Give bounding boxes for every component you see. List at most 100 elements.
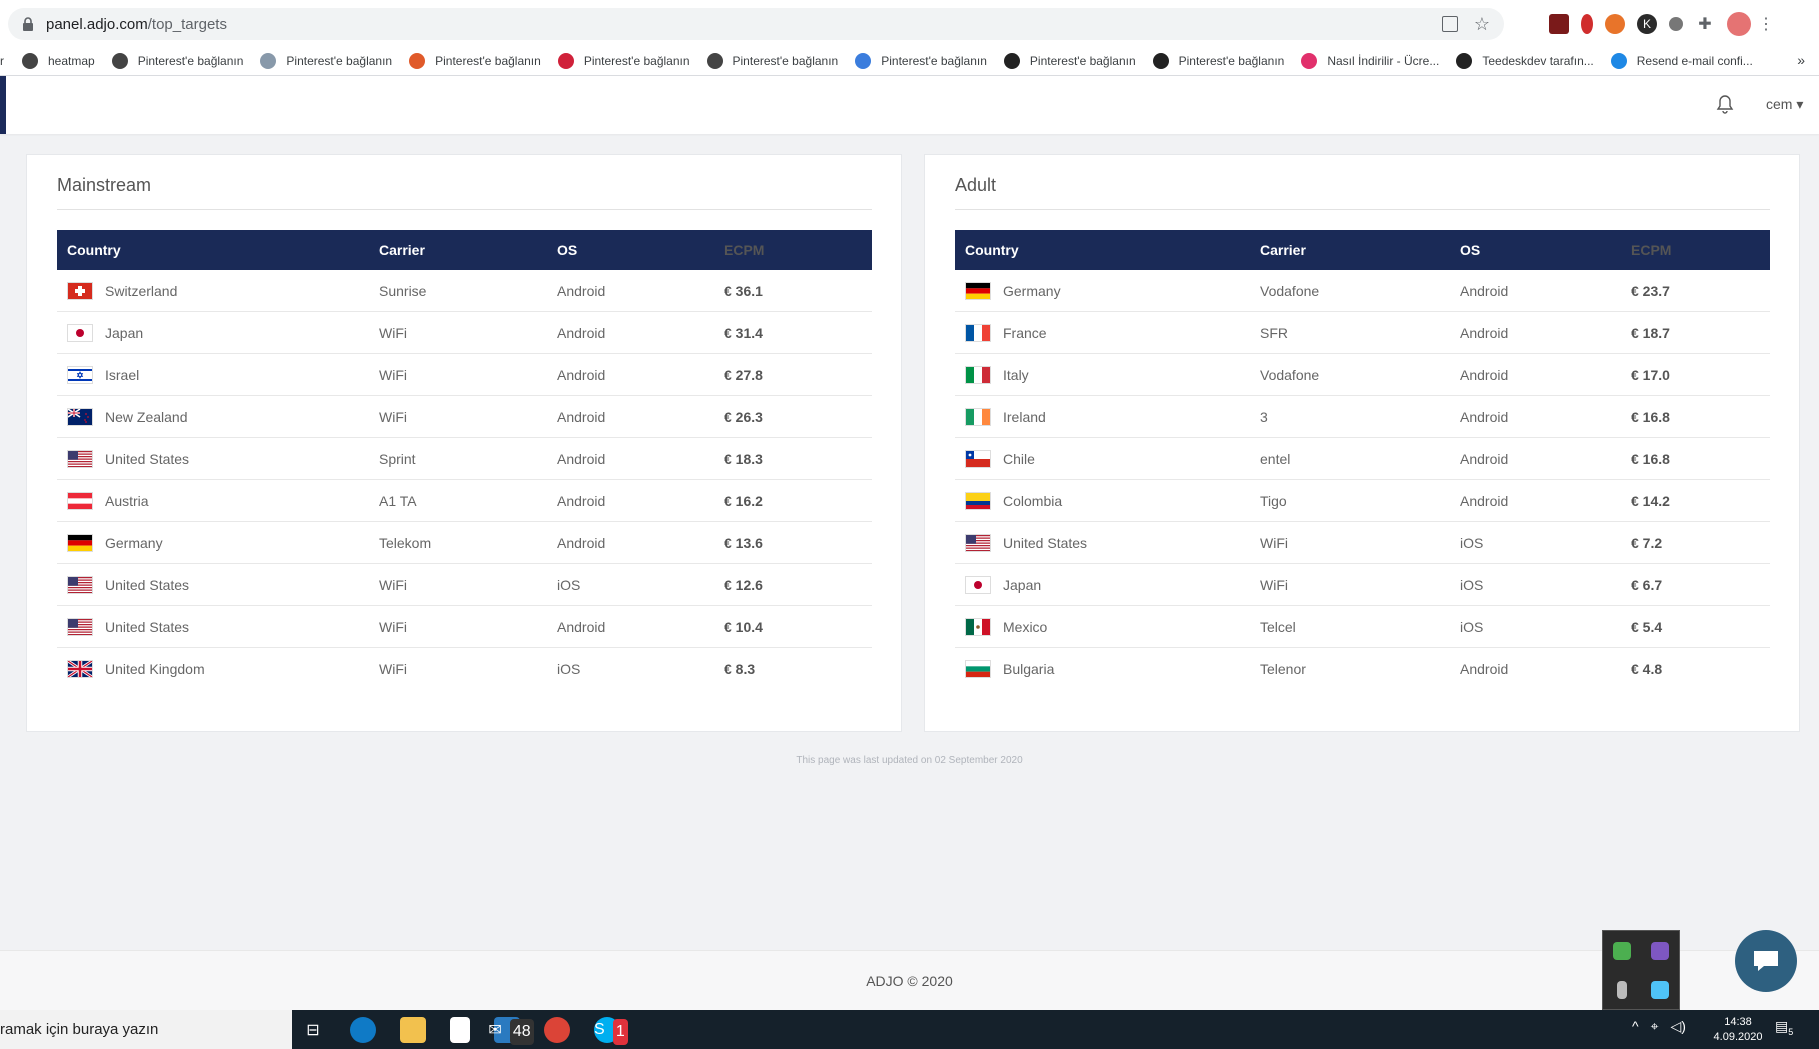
os-cell: iOS <box>1460 576 1484 593</box>
extension-pin-icon[interactable] <box>1581 14 1593 34</box>
carrier-cell: 3 <box>1260 408 1268 425</box>
chat-widget-button[interactable] <box>1735 930 1797 992</box>
col-carrier: Carrier <box>379 242 425 258</box>
country-cell: United States <box>57 575 379 594</box>
network-icon[interactable]: ⌖ <box>1651 1018 1659 1035</box>
url-text: panel.adjo.com/top_targets <box>46 16 227 33</box>
col-country: Country <box>67 242 121 258</box>
extension-hat-icon[interactable] <box>1549 14 1569 34</box>
country-name: Italy <box>1003 366 1029 383</box>
country-cell: Ireland <box>955 407 1260 426</box>
ecpm-cell: € 7.2 <box>1631 534 1663 551</box>
copyright: ADJO © 2020 <box>866 973 953 989</box>
extension-fire-icon[interactable] <box>1605 14 1625 34</box>
bookmark-item[interactable]: heatmap <box>22 52 95 69</box>
bookmark-item[interactable]: Pinterest'e bağlanın <box>111 52 243 69</box>
table-row: Mexico Telcel iOS € 5.4 <box>955 606 1770 648</box>
notification-bell-icon[interactable] <box>1716 94 1734 114</box>
skype-icon[interactable]: S1 <box>594 1017 628 1045</box>
tray-usb-icon[interactable] <box>1617 980 1627 999</box>
country-name: United Kingdom <box>105 661 205 677</box>
notifications-icon[interactable]: ▤5 <box>1775 1018 1793 1037</box>
chat-bubble-icon <box>1754 951 1778 971</box>
file-explorer-icon[interactable] <box>400 1017 426 1043</box>
country-cell: New Zealand <box>57 407 379 426</box>
country-cell: United States <box>955 533 1260 552</box>
col-country: Country <box>965 242 1019 258</box>
table-row: Italy Vodafone Android € 17.0 <box>955 354 1770 396</box>
country-cell: Switzerland <box>57 281 379 300</box>
chrome-icon[interactable] <box>544 1017 570 1043</box>
tray-shield-icon[interactable] <box>1613 941 1631 960</box>
bookmark-item[interactable]: Pinterest'e bağlanın <box>855 52 987 69</box>
table-row: United States WiFi iOS € 12.6 <box>57 564 872 606</box>
tray-network-icon[interactable] <box>1651 980 1669 999</box>
country-cell: Italy <box>955 365 1260 384</box>
mail-icon[interactable]: ✉ 48 <box>488 1017 534 1045</box>
country-cell: United Kingdom <box>57 660 379 678</box>
flag-mx-icon <box>965 617 991 636</box>
edge-icon[interactable] <box>350 1017 376 1043</box>
star-icon[interactable]: ☆ <box>1474 14 1490 35</box>
bookmark-item[interactable]: Resend e-mail confi... <box>1610 52 1753 69</box>
country-cell: Austria <box>57 491 379 510</box>
divider <box>57 209 872 210</box>
bookmark-label: Resend e-mail confi... <box>1636 53 1753 68</box>
bookmark-item[interactable]: Pinterest'e bağlanın <box>1003 52 1136 69</box>
country-name: Colombia <box>1003 492 1063 509</box>
tray-pen-icon[interactable] <box>1651 941 1669 960</box>
table-row: United Kingdom WiFi iOS € 8.3 <box>57 648 872 690</box>
extension-wp-icon[interactable] <box>1669 17 1683 31</box>
table-row: New Zealand WiFi Android € 26.3 <box>57 396 872 438</box>
volume-icon[interactable]: ◁) <box>1670 1018 1685 1035</box>
ecpm-cell: € 12.6 <box>724 576 763 593</box>
bookmark-item[interactable]: Teedeskdev tarafın... <box>1456 52 1594 69</box>
country-name: Bulgaria <box>1003 661 1055 677</box>
flag-fr-icon <box>965 323 991 342</box>
menu-icon[interactable]: ⋮ <box>1758 14 1774 34</box>
bookmark-item[interactable]: Nasıl İndirilir - Ücre... <box>1301 52 1439 69</box>
bookmarks-more-icon[interactable]: » <box>1797 52 1805 68</box>
ecpm-cell: € 16.2 <box>724 492 763 509</box>
task-view-icon[interactable]: ⊟ <box>300 1017 326 1043</box>
os-cell: Android <box>557 492 606 509</box>
profile-avatar[interactable] <box>1727 12 1751 36</box>
bookmark-item[interactable]: Pinterest'e bağlanın <box>260 52 392 69</box>
bookmark-item[interactable]: Pinterest'e bağlanın <box>557 52 690 69</box>
clock[interactable]: 14:38 4.09.2020 <box>1708 1015 1768 1045</box>
heart-icon <box>557 52 574 69</box>
flag-at-icon <box>67 491 93 510</box>
extensions-puzzle-icon[interactable]: ✚ <box>1695 14 1715 34</box>
table-row: Japan WiFi iOS € 6.7 <box>955 564 1770 606</box>
bookmark-item[interactable]: Pinterest'e bağlanın <box>706 52 838 69</box>
user-menu[interactable]: cem ▾ <box>1766 96 1803 113</box>
extension-k-icon[interactable]: K <box>1637 14 1657 34</box>
chevron-up-icon[interactable]: ^ <box>1632 1018 1639 1035</box>
os-cell: Android <box>1460 661 1509 677</box>
ecpm-cell: € 31.4 <box>724 324 763 341</box>
mail-icon <box>1610 52 1627 69</box>
carrier-cell: entel <box>1260 450 1291 467</box>
clock-date: 4.09.2020 <box>1713 1031 1763 1043</box>
os-cell: iOS <box>1460 618 1484 635</box>
store-icon[interactable] <box>450 1017 470 1043</box>
taskbar-search[interactable]: ramak için buraya yazın <box>0 1010 292 1049</box>
flag-jp-icon <box>67 323 93 342</box>
flag-us-icon <box>67 449 93 468</box>
flag-de-icon <box>965 281 991 300</box>
country-name: Ireland <box>1003 408 1046 425</box>
translate-icon[interactable] <box>1441 16 1458 32</box>
adult-table: Country Carrier OS ECPM Germany Vodafone A… <box>955 230 1770 690</box>
ecpm-cell: € 18.7 <box>1631 324 1670 341</box>
os-cell: Android <box>1460 324 1509 341</box>
country-name: Japan <box>1003 576 1042 593</box>
flag-ch-icon <box>67 281 93 300</box>
bookmark-item[interactable]: Pinterest'e bağlanın <box>409 52 541 69</box>
country-name: New Zealand <box>105 408 188 425</box>
address-bar[interactable]: panel.adjo.com/top_targets ☆ <box>8 8 1504 40</box>
bookmarks-bar: r heatmap Pinterest'e bağlanın Pinterest'e… <box>0 46 1819 76</box>
os-cell: Android <box>557 282 606 299</box>
carrier-cell: Sprint <box>379 450 416 467</box>
instagram-icon <box>1301 52 1318 69</box>
bookmark-item[interactable]: Pinterest'e bağlanın <box>1152 52 1284 69</box>
